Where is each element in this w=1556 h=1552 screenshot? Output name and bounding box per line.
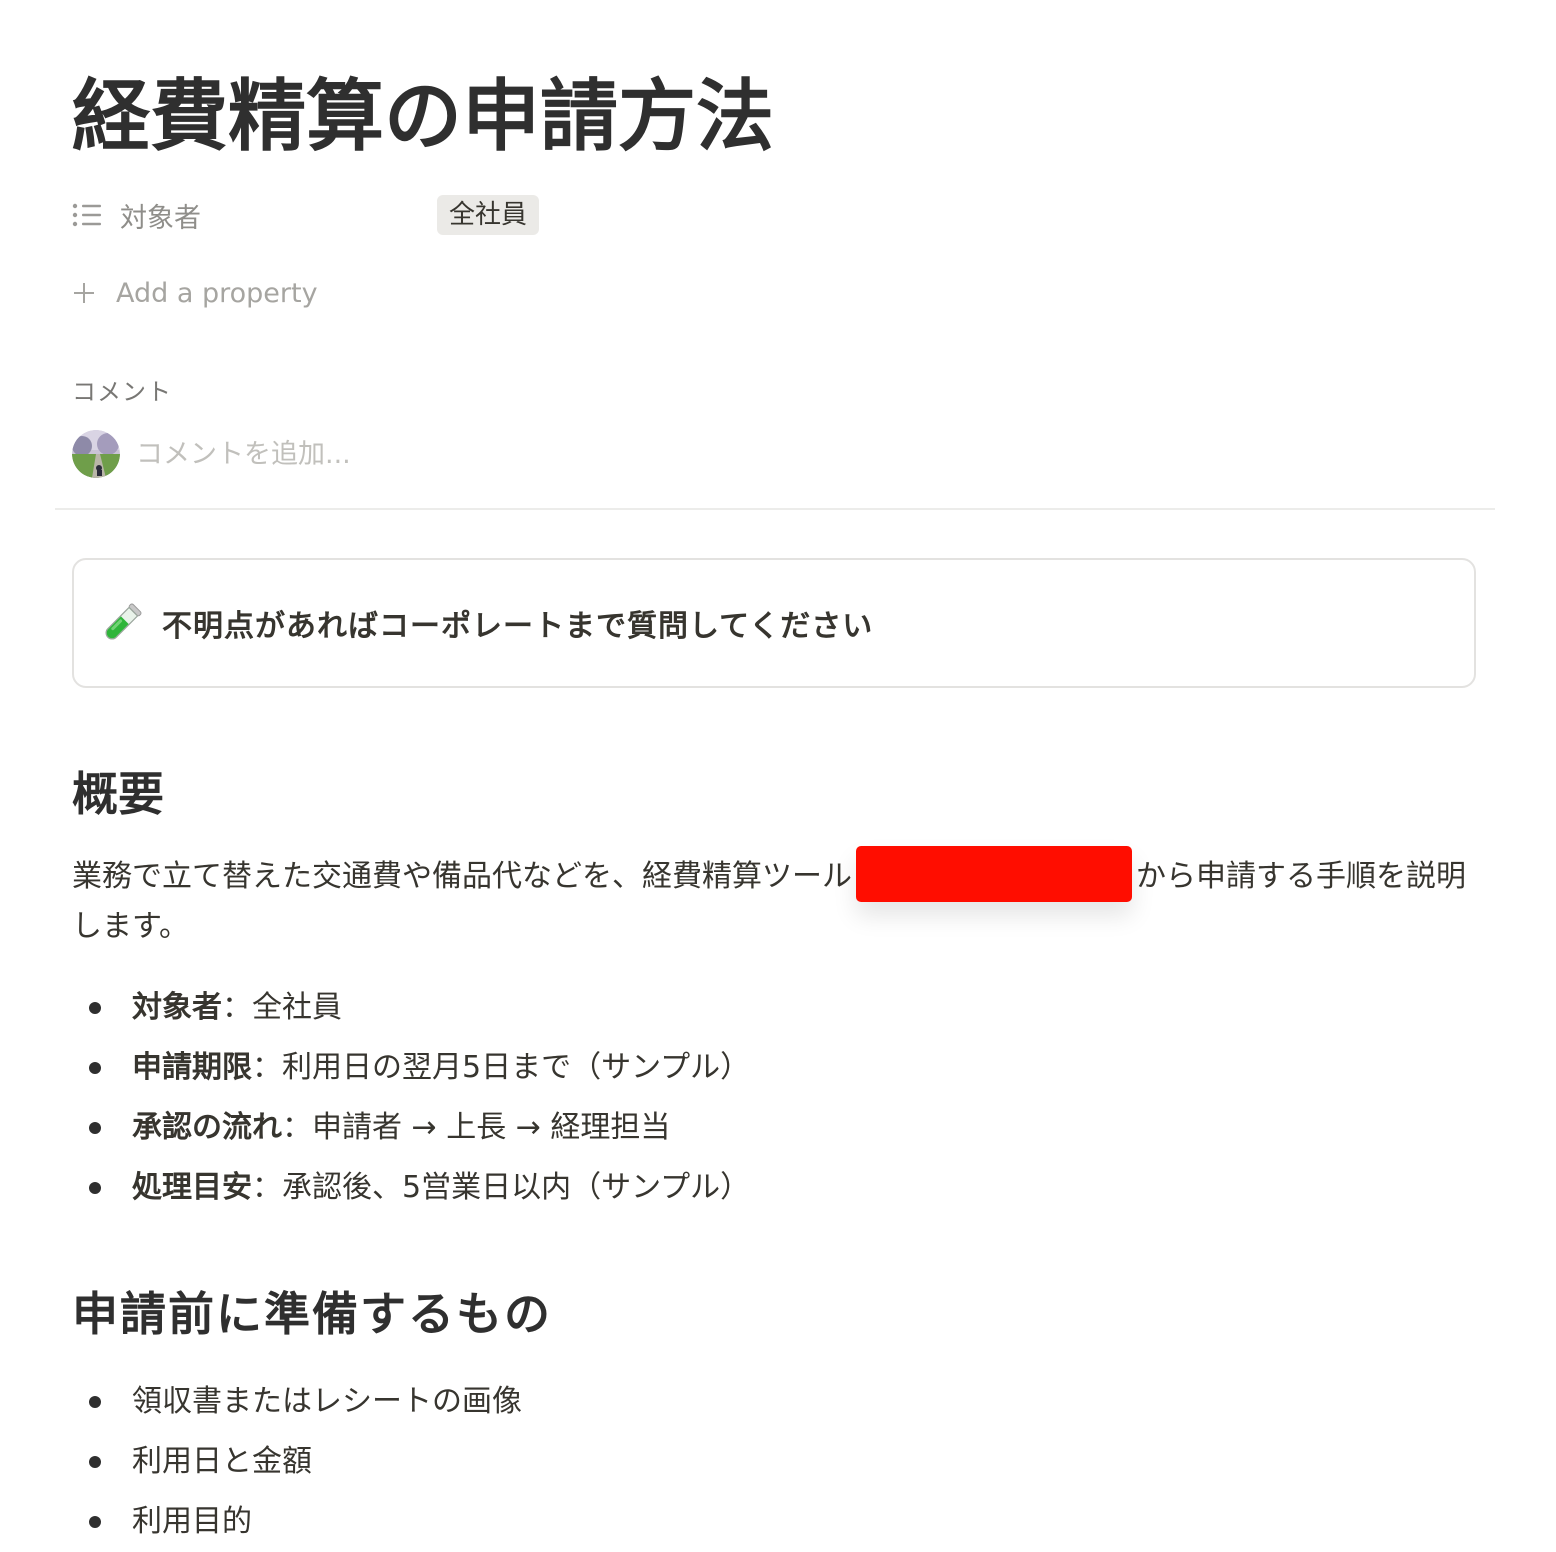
add-property-label: Add a property: [116, 277, 318, 309]
section-heading-overview[interactable]: 概要: [72, 762, 164, 826]
item-text: 承認後、5営業日以内（サンプル）: [282, 1170, 751, 1205]
notion-page: 経費精算の申請方法 対象者 全社員 Add a property コメント コメ…: [0, 0, 1556, 1539]
redaction-box: [856, 845, 1132, 902]
property-value-tag[interactable]: 全社員: [437, 195, 540, 235]
item-text: 利用日と金額: [132, 1444, 312, 1479]
plus-icon: [72, 281, 102, 305]
item-label: 承認の流れ: [132, 1110, 282, 1145]
bullet-dot: [89, 1456, 101, 1468]
comment-input[interactable]: [136, 438, 736, 470]
item-label: 対象者: [132, 990, 222, 1025]
bullet-dot: [89, 1002, 101, 1014]
list-item[interactable]: 申請期限：利用日の翌月5日まで（サンプル）: [72, 1038, 1472, 1098]
comments-heading: コメント: [72, 378, 172, 406]
item-separator: ：: [222, 990, 252, 1025]
callout[interactable]: 不明点があればコーポレートまで質問してください: [72, 558, 1476, 688]
comment-composer: [72, 430, 972, 478]
item-separator: ：: [282, 1110, 312, 1145]
add-property-button[interactable]: Add a property: [72, 272, 318, 314]
bullet-dot: [89, 1516, 101, 1528]
list-item[interactable]: 利用日と金額: [72, 1432, 1472, 1492]
bullet-dot: [89, 1122, 101, 1134]
overview-bullet-list: 対象者：全社員 申請期限：利用日の翌月5日まで（サンプル） 承認の流れ：申請者 …: [72, 978, 1472, 1218]
paragraph-text-before: 業務で立て替えた交通費や備品代などを、経費精算ツール: [72, 859, 852, 894]
item-label: 申請期限: [132, 1050, 252, 1085]
item-label: 処理目安: [132, 1170, 252, 1205]
item-separator: ：: [252, 1170, 282, 1205]
callout-text: 不明点があればコーポレートまで質問してください: [162, 609, 874, 644]
list-item[interactable]: 対象者：全社員: [72, 978, 1472, 1038]
item-text: 申請者 → 上長 → 経理担当: [312, 1110, 671, 1145]
item-separator: ：: [252, 1050, 282, 1085]
divider: [55, 508, 1495, 510]
section-heading-preparation[interactable]: 申請前に準備するもの: [72, 1282, 552, 1346]
list-item[interactable]: 利用目的: [72, 1492, 1472, 1552]
property-row-target[interactable]: 対象者 全社員: [72, 192, 872, 238]
bullet-dot: [89, 1396, 101, 1408]
list-icon: [72, 203, 102, 227]
page-title[interactable]: 経費精算の申請方法: [72, 62, 774, 172]
item-text: 利用日の翌月5日まで（サンプル）: [282, 1050, 751, 1085]
list-item[interactable]: 処理目安：承認後、5営業日以内（サンプル）: [72, 1158, 1472, 1218]
overview-paragraph[interactable]: 業務で立て替えた交通費や備品代などを、経費精算ツール から申請する手順を説明します…: [72, 845, 1482, 952]
property-label[interactable]: 対象者: [120, 196, 437, 235]
bullet-dot: [89, 1182, 101, 1194]
list-item[interactable]: 領収書またはレシートの画像: [72, 1372, 1472, 1432]
avatar: [72, 430, 120, 478]
list-item[interactable]: 承認の流れ：申請者 → 上長 → 経理担当: [72, 1098, 1472, 1158]
item-text: 利用目的: [132, 1504, 252, 1539]
item-text: 全社員: [252, 990, 342, 1025]
preparation-bullet-list: 領収書またはレシートの画像 利用日と金額 利用目的: [72, 1372, 1472, 1552]
bullet-dot: [89, 1062, 101, 1074]
test-tube-icon: [100, 601, 144, 645]
item-text: 領収書またはレシートの画像: [132, 1384, 522, 1419]
